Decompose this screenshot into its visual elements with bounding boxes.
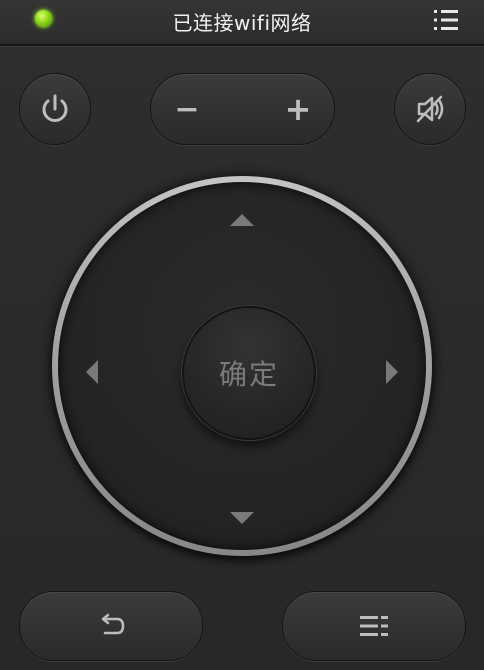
power-button[interactable]	[19, 73, 91, 145]
back-button[interactable]	[19, 591, 203, 661]
volume-down-button[interactable]: −	[157, 74, 217, 144]
dpad-left-button[interactable]	[78, 358, 106, 386]
triangle-left-icon	[86, 360, 98, 384]
dpad-up-button[interactable]	[228, 206, 256, 234]
triangle-right-icon	[386, 360, 398, 384]
volume-up-button[interactable]: +	[268, 74, 328, 144]
power-icon	[42, 94, 68, 122]
volume-down-label: −	[174, 91, 200, 127]
back-arrow-icon	[101, 613, 125, 635]
remote-screen: 已连接wifi网络 − + 确定	[0, 0, 484, 670]
mute-button[interactable]	[394, 73, 466, 145]
options-menu-button[interactable]	[282, 591, 466, 661]
triangle-up-icon	[230, 214, 254, 226]
menu-lines-icon	[360, 616, 388, 636]
speaker-mute-icon	[416, 95, 444, 123]
dpad-ring: 确定	[52, 176, 432, 556]
list-menu-icon[interactable]	[432, 7, 460, 33]
triangle-down-icon	[230, 512, 254, 524]
top-bar: 已连接wifi网络	[0, 0, 484, 46]
volume-control: − +	[150, 73, 335, 145]
dpad-down-button[interactable]	[228, 504, 256, 532]
dpad-pad: 确定	[58, 182, 426, 550]
page-title: 已连接wifi网络	[172, 11, 312, 35]
ok-label: 确定	[218, 358, 279, 391]
volume-up-label: +	[284, 90, 312, 128]
ok-button[interactable]: 确定	[182, 306, 316, 440]
dpad-right-button[interactable]	[378, 358, 406, 386]
